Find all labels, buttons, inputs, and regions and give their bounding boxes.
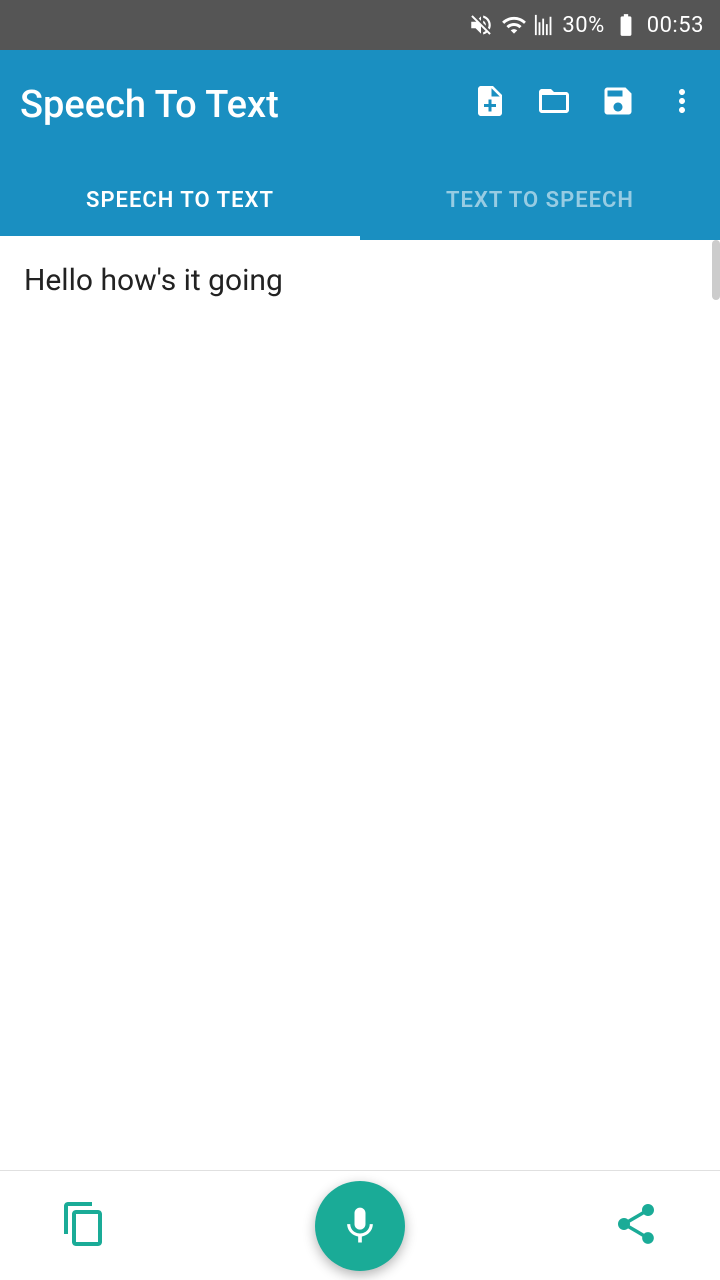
tabs-bar: SPEECH TO TEXT TEXT TO SPEECH (0, 160, 720, 240)
tab-speech-to-text[interactable]: SPEECH TO TEXT (0, 160, 360, 240)
battery-icon (611, 12, 641, 38)
scrollbar[interactable] (712, 240, 720, 300)
battery-status: 30% (562, 13, 604, 38)
status-icons: 30% 00:53 (468, 12, 704, 38)
open-folder-icon[interactable] (536, 83, 572, 128)
transcribed-text: Hello how's it going (24, 263, 283, 298)
save-icon[interactable] (600, 83, 636, 128)
mic-fab-button[interactable] (315, 1181, 405, 1271)
signal-icon (534, 12, 556, 38)
status-bar: 30% 00:53 (0, 0, 720, 50)
bottom-bar (0, 1170, 720, 1280)
content-area: Hello how's it going (0, 240, 720, 1170)
copy-button[interactable] (60, 1200, 108, 1252)
app-title: Speech To Text (20, 83, 472, 127)
share-button[interactable] (612, 1200, 660, 1252)
app-bar: Speech To Text (0, 50, 720, 160)
new-file-icon[interactable] (472, 83, 508, 128)
time-display: 00:53 (647, 13, 704, 38)
tab-text-to-speech[interactable]: TEXT TO SPEECH (360, 160, 720, 240)
more-options-icon[interactable] (664, 83, 700, 128)
app-bar-actions (472, 83, 700, 128)
wifi-icon (500, 12, 528, 38)
mute-icon (468, 12, 494, 38)
